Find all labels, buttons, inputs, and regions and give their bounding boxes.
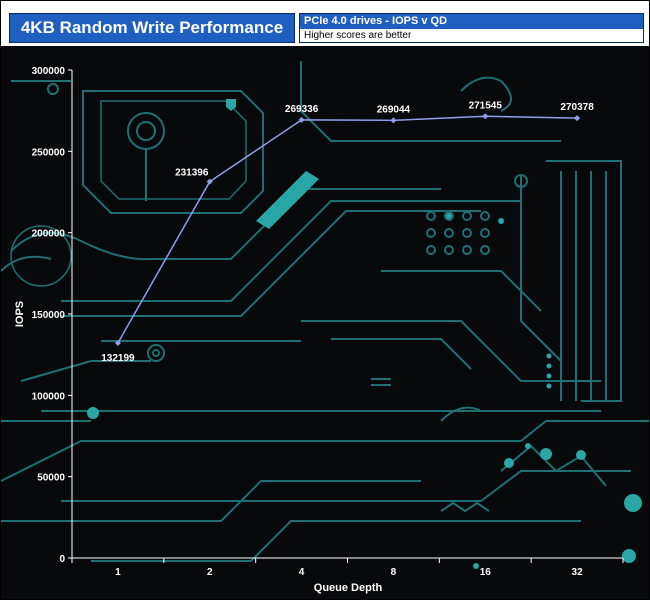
y-axis-title: IOPS <box>14 301 26 327</box>
data-label: 132199 <box>101 353 135 364</box>
data-label: 269044 <box>377 104 411 115</box>
x-tick-label: 4 <box>299 567 305 578</box>
data-label: 269336 <box>285 104 319 115</box>
chart-svg: 0 50000 100000 150000 200000 250000 300000 1 2 4… <box>1 46 649 599</box>
y-tick-label: 150000 <box>32 310 66 321</box>
y-tick-label: 50000 <box>37 473 65 484</box>
data-label: 271545 <box>469 100 503 111</box>
chart-background <box>1 46 649 599</box>
x-tick-label: 16 <box>480 567 492 578</box>
y-tick-label: 200000 <box>32 229 66 240</box>
y-tick-label: 0 <box>59 554 65 565</box>
subtitle-box: PCIe 4.0 drives - IOPS v QD Higher score… <box>299 13 644 43</box>
chart-note: Higher scores are better <box>300 29 643 42</box>
y-tick-label: 300000 <box>32 66 66 77</box>
x-tick-label: 8 <box>391 567 397 578</box>
chart-frame: 4KB Random Write Performance PCIe 4.0 dr… <box>0 0 650 600</box>
y-tick-label: 100000 <box>32 391 66 402</box>
x-tick-label: 2 <box>207 567 213 578</box>
data-label: 231396 <box>175 168 209 179</box>
x-axis-title: Queue Depth <box>314 582 383 594</box>
chart-title: 4KB Random Write Performance <box>9 13 295 43</box>
x-tick-label: 32 <box>572 567 584 578</box>
data-label: 270378 <box>560 102 594 113</box>
y-tick-label: 250000 <box>32 147 66 158</box>
chart-subtitle: PCIe 4.0 drives - IOPS v QD <box>300 14 643 29</box>
x-tick-label: 1 <box>115 567 121 578</box>
